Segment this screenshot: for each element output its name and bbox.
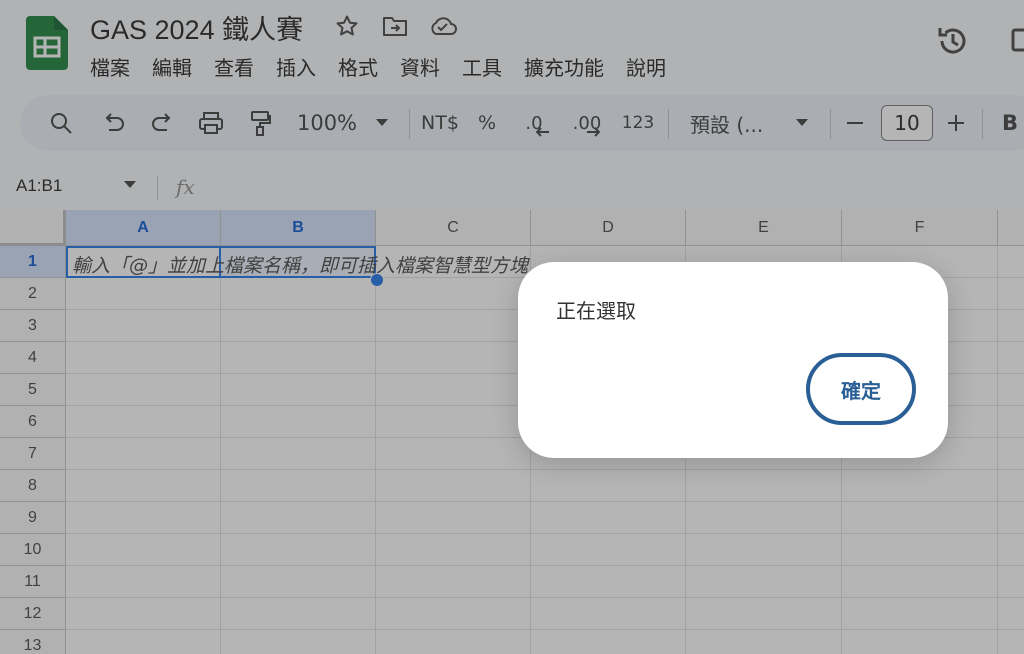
ok-button[interactable]: 確定 xyxy=(806,353,916,425)
dialog-message: 正在選取 xyxy=(556,299,636,323)
selecting-dialog: 正在選取 確定 xyxy=(518,262,948,458)
